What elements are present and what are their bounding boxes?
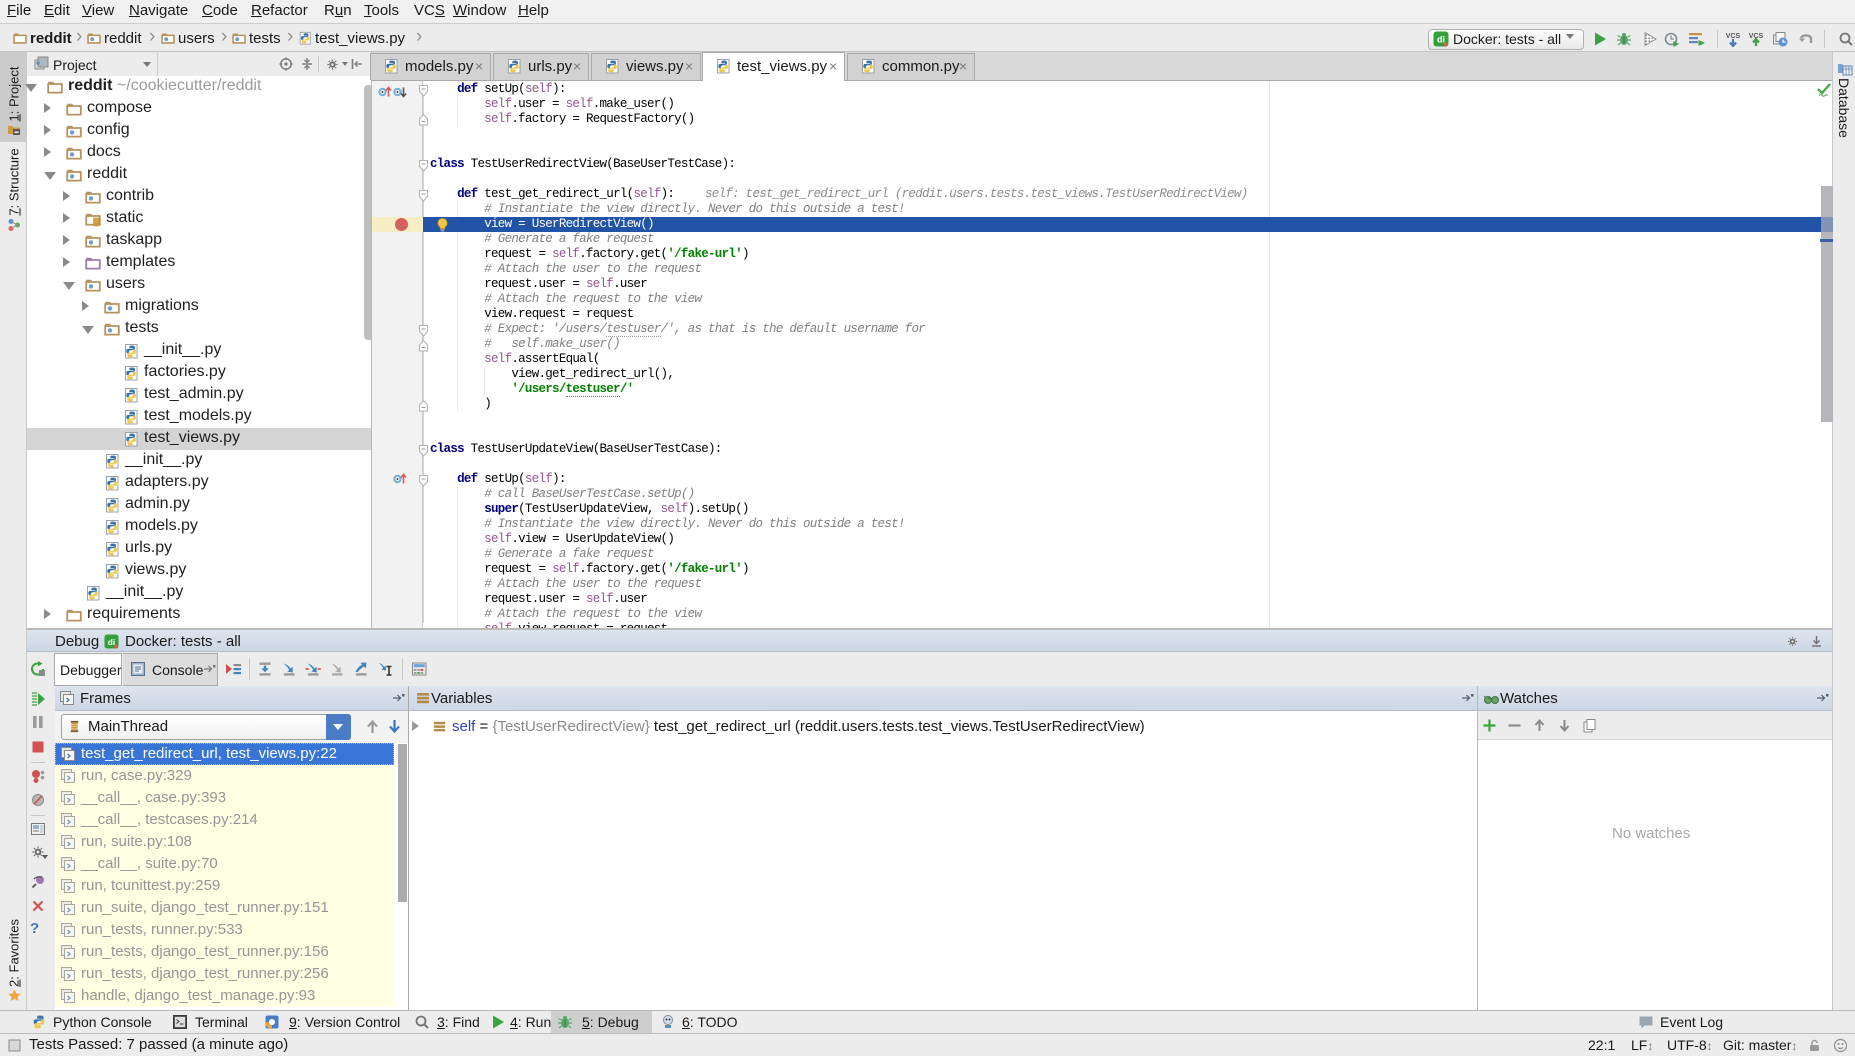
svg-text:VCS: VCS xyxy=(1726,33,1741,40)
